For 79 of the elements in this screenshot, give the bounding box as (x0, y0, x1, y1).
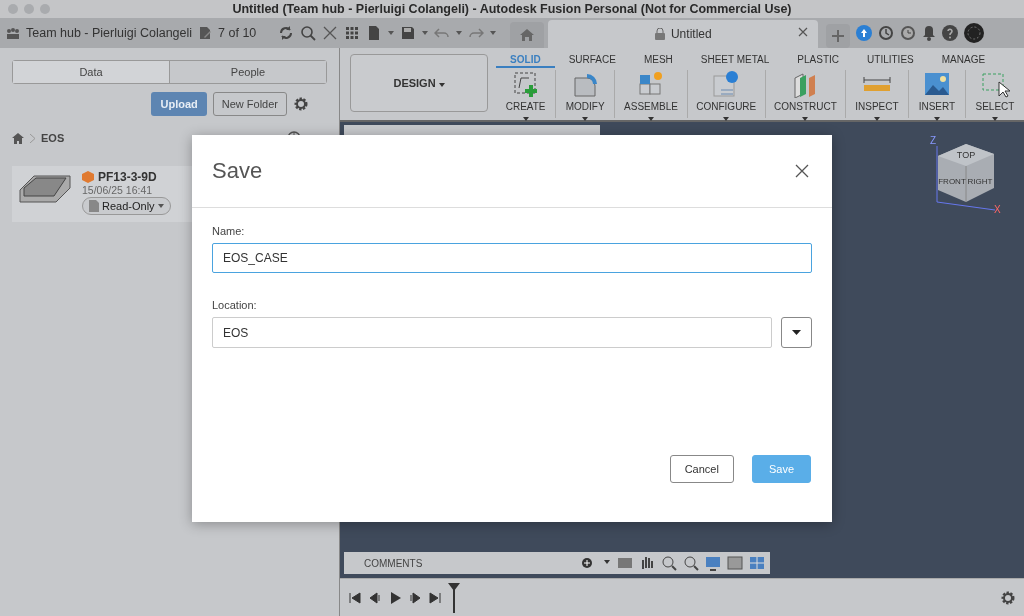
comments-label: COMMENTS (364, 557, 423, 569)
caret-icon (456, 31, 463, 35)
document-tab[interactable]: Untitled (548, 20, 819, 48)
cancel-button[interactable]: Cancel (669, 455, 734, 483)
close-icon (794, 163, 810, 179)
ribbon-tab[interactable]: SHEET METAL (686, 52, 784, 68)
tab-label: Untitled (670, 27, 712, 41)
cube-icon (82, 171, 94, 183)
zoom-icon[interactable] (682, 554, 700, 572)
refresh-icon[interactable] (278, 25, 295, 41)
file-name: PF13-3-9D (98, 170, 157, 184)
caret-icon (438, 83, 445, 87)
timeline-marker-icon[interactable] (448, 582, 460, 613)
display-icon[interactable] (704, 554, 722, 572)
clock-icon[interactable] (900, 25, 917, 41)
caret-icon (490, 31, 497, 35)
home-icon (520, 29, 535, 41)
team-icon (6, 27, 20, 39)
zoom-icon[interactable] (660, 554, 678, 572)
dropdown-button[interactable] (781, 317, 812, 348)
location-field[interactable]: EOS (212, 317, 772, 348)
help-icon[interactable] (942, 25, 959, 41)
ribbon-group[interactable]: CREATE (496, 70, 557, 118)
caret-icon (792, 330, 801, 335)
close-button[interactable] (794, 163, 810, 179)
dialog-title: Save (212, 158, 263, 184)
chevron-icon (30, 133, 35, 143)
window-title: Untitled (Team hub - Pierluigi Colangeli) - Autodesk Fusion Personal (Not for Commercial Use) (232, 2, 792, 16)
home-tab[interactable] (510, 22, 545, 48)
panel-tab[interactable]: People (169, 61, 326, 83)
ribbon-group[interactable]: INSERT (908, 70, 966, 118)
field-label: Location: (212, 299, 258, 311)
close-icon[interactable] (322, 25, 339, 41)
ribbon-tab[interactable]: UTILITIES (853, 52, 928, 68)
lock-icon (654, 28, 665, 40)
field-label: Name: (212, 225, 246, 237)
access-dropdown[interactable]: Read-Only (82, 197, 171, 215)
ribbon-group[interactable]: ASSEMBLE (615, 70, 688, 118)
caret-icon (422, 31, 429, 35)
search-icon[interactable] (300, 25, 317, 41)
skip-start-icon[interactable] (348, 590, 362, 605)
avatar-icon[interactable] (964, 23, 985, 43)
comments-panel[interactable]: COMMENTS (344, 552, 598, 574)
ribbon-group[interactable]: CONSTRUCT (765, 70, 846, 118)
file-date: 15/06/25 16:41 (82, 184, 154, 196)
ribbon-tab[interactable]: PLASTIC (783, 52, 854, 68)
select-icon (979, 70, 1010, 98)
ribbon-group[interactable]: INSPECT (845, 70, 909, 118)
document-count: 7 of 10 (218, 26, 257, 40)
ribbon-tab[interactable]: SURFACE (554, 52, 630, 68)
plus-icon (832, 30, 845, 42)
settings-icon[interactable] (1000, 589, 1016, 606)
close-icon[interactable] (798, 27, 809, 37)
new-tab-button[interactable] (826, 24, 851, 48)
ribbon-group[interactable]: CONFIGURE (687, 70, 766, 118)
workspace-dropdown[interactable]: DESIGN (350, 54, 489, 112)
ribbon-tab[interactable]: MANAGE (927, 52, 1000, 68)
play-icon[interactable] (388, 590, 402, 605)
upload-icon[interactable] (856, 25, 873, 41)
ribbon-tab[interactable]: MESH (629, 52, 687, 68)
settings-icon[interactable] (293, 96, 309, 112)
panel-tab[interactable]: Data (13, 61, 169, 83)
ribbon-group[interactable]: SELECT (965, 70, 1024, 118)
ribbon-group[interactable]: MODIFY (556, 70, 616, 118)
save-icon[interactable] (400, 25, 417, 41)
add-icon[interactable] (582, 558, 592, 568)
caret-icon (157, 204, 164, 208)
breadcrumb-item[interactable]: EOS (41, 132, 65, 144)
file-card[interactable]: PF13-3-9D 15/06/25 16:41 Read-Only (12, 166, 192, 222)
hub-name[interactable]: Team hub - Pierluigi Colangeli (26, 26, 193, 40)
skip-end-icon[interactable] (428, 590, 442, 605)
home-icon[interactable] (12, 132, 24, 144)
name-field[interactable]: EOS_CASE (212, 243, 812, 273)
caret-icon (388, 31, 395, 35)
bell-icon[interactable] (922, 25, 937, 41)
viewports-icon[interactable] (748, 554, 766, 572)
step-back-icon[interactable] (368, 590, 382, 605)
step-forward-icon[interactable] (408, 590, 422, 605)
new-folder-button[interactable]: New Folder (212, 92, 287, 116)
